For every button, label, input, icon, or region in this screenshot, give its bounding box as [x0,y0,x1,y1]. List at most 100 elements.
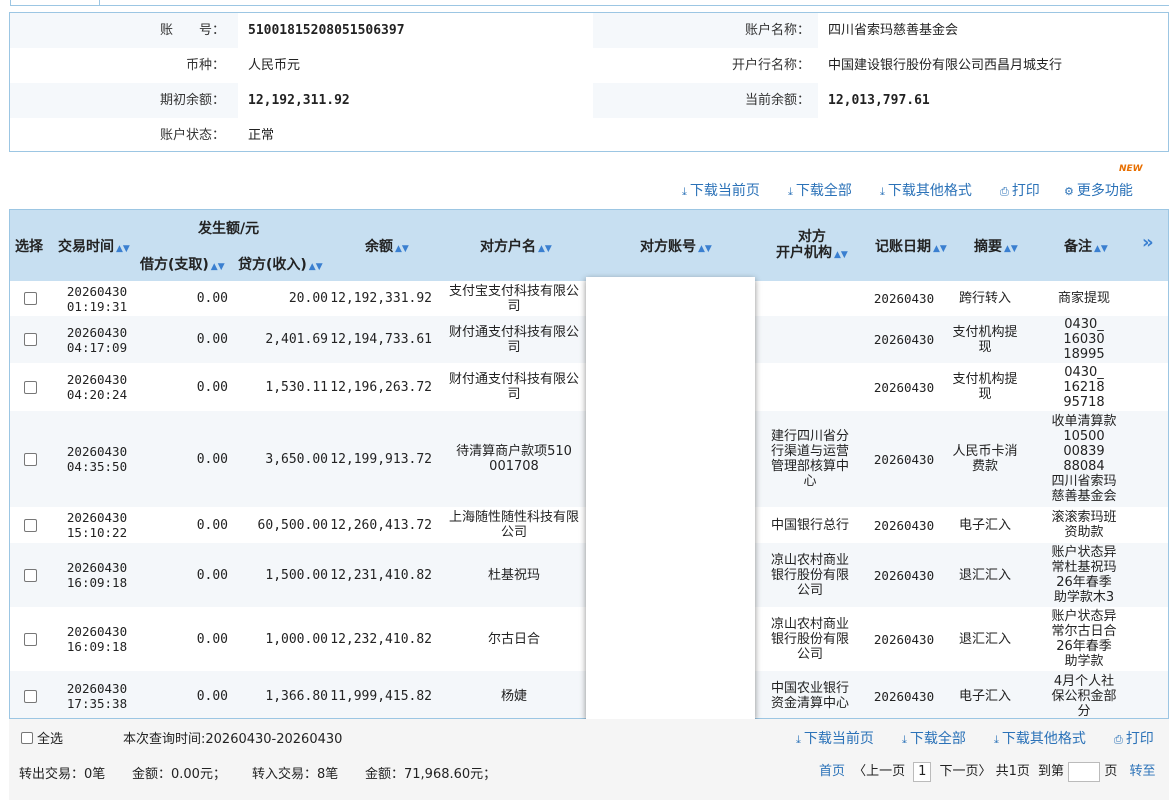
cell-line: 司 [507,298,521,314]
download-icon: ⤓ [682,185,687,198]
row-checkbox[interactable] [10,363,50,411]
bank-name-label: 开户行名称： [731,58,810,73]
cell-line: 四川省索玛 [1051,474,1117,489]
new-badge: NEW [1119,164,1143,174]
debit-cell: 0.00 [196,567,228,583]
footer-print-button[interactable]: ⎙ 打印 [1114,728,1154,748]
checkbox-icon[interactable] [23,632,37,646]
transaction-time: 04:17:09 [66,339,128,355]
transaction-time: 16:09:18 [66,639,128,654]
balance-cell: 12,260,413.72 [330,517,432,533]
cell-line: 银行股份有限 [770,567,849,583]
checkbox-icon[interactable] [23,333,37,346]
counterparty-org-cell: 凉山农村商业 银行股份有限 公司 [755,607,865,671]
select-all-checkbox[interactable]: 全选 [21,728,63,747]
header-time-label: 交易时间 [58,239,114,255]
sort-icon: ▲▼ [1094,244,1108,254]
cell-line: 中国农业银行 [770,681,849,696]
current-balance-value: 12,013,797.61 [818,83,1168,118]
row-checkbox[interactable] [10,281,50,316]
remark-cell: 滚滚索玛班 资助款 [1030,507,1138,543]
debit-cell: 0.00 [196,379,228,395]
sort-icon: ▲▼ [933,244,947,254]
cell-line: 银行股份有限 [770,631,849,647]
account-row-3: 期初余额： 12,192,311.92 当前余额： 12,013,797.61 [10,83,1168,118]
cell-line: 保公积金部 [1051,688,1117,704]
print-button[interactable]: ⎙ 打印 [1000,180,1040,200]
active-tab[interactable] [10,0,100,6]
remark-cell: 商家提现 [1030,281,1138,316]
row-checkbox[interactable] [10,316,50,363]
download-icon: ⤓ [880,185,885,198]
opening-balance-label: 期初余额： [159,93,225,108]
row-checkbox[interactable] [10,607,50,671]
header-credit[interactable]: 贷方(收入) ▲▼ [238,254,323,274]
account-row-1: 账 号： 51001815208051506397 账户名称： 四川省索玛慈善基… [10,13,1168,48]
checkbox-icon[interactable] [23,518,37,532]
cell-line: 0430_ [1064,364,1104,380]
transaction-time: 16:09:18 [66,575,128,590]
account-row-2: 币种： 人民币元 开户行名称： 中国建设银行股份有限公司西昌月城支行 [10,48,1168,83]
header-time[interactable]: 交易时间 ▲▼ [58,236,130,256]
book-date-cell: 20260430 [873,451,935,467]
credit-cell: 20.00 [288,291,328,306]
header-debit[interactable]: 借方(支取) ▲▼ [140,254,225,274]
cell-line: 10500 [1063,429,1105,444]
remark-cell: 0430_ 16030 18995 [1030,316,1138,363]
header-summary-label: 摘要 [974,239,1002,255]
prev-page-link[interactable]: 〈上一页 [853,764,905,779]
footer-download-all-button[interactable]: ⤓ 下载全部 [902,728,966,748]
checkbox-icon[interactable] [23,452,37,466]
download-all-button[interactable]: ⤓ 下载全部 [788,180,852,200]
debit-cell: 0.00 [196,291,228,306]
printer-icon: ⎙ [1114,733,1123,746]
checkbox-icon[interactable] [23,568,37,582]
cell-line: 常尔古日合 [1051,624,1117,639]
header-counterparty-name[interactable]: 对方户名 ▲▼ [480,236,552,256]
footer-download-page-button[interactable]: ⤓ 下载当前页 [796,728,874,748]
transaction-time-cell: 20260430 04:20:24 [52,363,142,411]
checkbox-icon[interactable] [23,292,37,305]
opening-balance-value: 12,192,311.92 [238,83,593,118]
cell-line: 分 [1077,703,1091,719]
download-page-button[interactable]: ⤓ 下载当前页 [682,180,760,200]
checkbox-icon[interactable] [23,380,37,394]
in-transactions-count: 转入交易：8笔 [252,767,339,782]
row-checkbox[interactable] [10,507,50,543]
header-credit-label: 贷方(收入) [238,257,307,273]
checkbox-icon [21,731,33,744]
row-checkbox[interactable] [10,411,50,507]
first-page-link[interactable]: 首页 [819,764,845,779]
scroll-right-icon[interactable]: » [1142,232,1154,253]
more-functions-button[interactable]: ⚙ 更多功能 [1064,180,1133,200]
row-checkbox[interactable] [10,671,50,718]
header-balance[interactable]: 余额 ▲▼ [365,236,409,256]
checkbox-icon[interactable] [23,689,37,703]
book-date-cell: 20260430 [873,379,935,395]
goto-button[interactable]: 转至 [1129,764,1155,779]
row-checkbox[interactable] [10,543,50,607]
header-counterparty-org[interactable]: 对方 开户机构 ▲▼ [776,229,848,263]
download-other-label: 下载其他格式 [887,183,972,199]
footer-print-label: 打印 [1125,731,1154,747]
cell-line: 退汇汇入 [958,567,1011,583]
footer-download-other-button[interactable]: ⤓ 下载其他格式 [994,728,1086,748]
balance-cell: 11,999,415.82 [330,688,432,704]
header-book-date[interactable]: 记账日期 ▲▼ [875,236,947,256]
next-page-link[interactable]: 下一页〉 [939,764,991,779]
cell-line: 心 [803,474,817,489]
header-remark[interactable]: 备注 ▲▼ [1064,236,1108,256]
page-unit-label: 页 [1104,764,1118,779]
header-counterparty-account[interactable]: 对方账号 ▲▼ [640,236,712,256]
header-summary[interactable]: 摘要 ▲▼ [974,236,1018,256]
goto-page-input[interactable] [1068,761,1101,782]
cell-line: 人民币卡消 [952,444,1018,459]
download-other-format-button[interactable]: ⤓ 下载其他格式 [880,180,972,200]
cell-line: 财付通支付科技有限公 [448,372,579,387]
out-transactions-amount: 金额：0.00元； [132,767,226,782]
balance-cell: 12,192,331.92 [330,291,432,306]
counterparty-name-cell: 上海随性随性科技有限 公司 [440,507,588,543]
cell-line: 待清算商户款项510 [456,444,572,459]
cell-line: 费款 [971,459,998,474]
counterparty-name-cell: 支付宝支付科技有限公司 [440,281,588,316]
